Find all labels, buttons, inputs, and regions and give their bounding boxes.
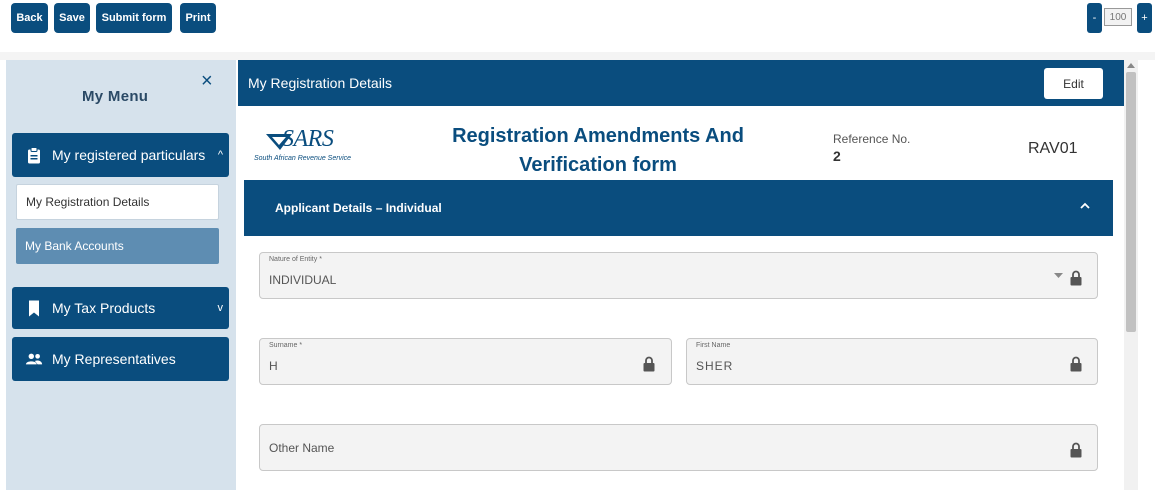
field-label: Nature of Entity * <box>269 256 322 263</box>
scroll-up-icon[interactable] <box>1127 63 1135 70</box>
zoom-out-button[interactable]: - <box>1087 3 1102 33</box>
chevron-up-icon: ^ <box>217 149 223 161</box>
lock-icon <box>643 356 655 372</box>
field-label: Surname * <box>269 342 303 349</box>
chevron-down-icon: v <box>217 302 224 314</box>
scrollbar-thumb[interactable] <box>1126 72 1136 332</box>
sidebar-item-registration-details[interactable]: My Registration Details <box>16 184 219 220</box>
applicant-section-header[interactable]: Applicant Details – Individual <box>244 180 1113 236</box>
sidebar-title: My Menu <box>82 88 149 105</box>
field-label: First Name <box>696 342 731 349</box>
form-title: Registration Amendments And Verification… <box>452 125 744 176</box>
chevron-up-icon <box>1080 198 1090 212</box>
field-value: INDIVIDUAL <box>269 273 337 287</box>
top-toolbar: Back Save Submit form Print - 100 + <box>0 0 1155 52</box>
sidebar-section-label: My Tax Products <box>52 300 156 316</box>
section-title: Applicant Details – Individual <box>275 201 442 215</box>
logo-text: SARS <box>282 126 334 152</box>
sidebar: My Menu × My registered particulars ^ My… <box>6 60 236 490</box>
close-icon[interactable]: × <box>201 70 213 93</box>
logo-subtitle: South African Revenue Service <box>254 155 352 162</box>
field-label: Other Name <box>269 441 335 455</box>
print-button[interactable]: Print <box>180 3 216 33</box>
lock-icon <box>1070 442 1082 458</box>
sidebar-section-tax-products[interactable]: My Tax Products v <box>12 287 229 329</box>
toolbar-divider <box>0 52 1155 60</box>
page-title: My Registration Details <box>248 75 392 91</box>
lock-icon <box>1070 270 1082 286</box>
clipboard-icon <box>25 146 43 164</box>
sidebar-section-representatives[interactable]: My Representatives <box>12 337 229 381</box>
submit-form-button[interactable]: Submit form <box>96 3 172 33</box>
back-button[interactable]: Back <box>11 3 48 33</box>
bookmark-icon <box>25 299 43 317</box>
main-header: My Registration Details Edit <box>238 60 1124 106</box>
save-button[interactable]: Save <box>54 3 90 33</box>
sidebar-section-label: My Representatives <box>52 351 176 367</box>
dropdown-arrow-icon <box>1054 271 1063 280</box>
field-value: SHER <box>696 359 734 373</box>
sidebar-section-registered-particulars[interactable]: My registered particulars ^ <box>12 133 229 177</box>
nature-of-entity-select[interactable]: Nature of Entity * INDIVIDUAL <box>259 252 1098 299</box>
reference-value: 2 <box>833 148 841 164</box>
sidebar-item-bank-accounts[interactable]: My Bank Accounts <box>16 228 219 264</box>
other-name-field[interactable]: Other Name <box>259 424 1098 471</box>
edit-button[interactable]: Edit <box>1044 68 1103 99</box>
vertical-scrollbar[interactable] <box>1124 60 1138 490</box>
field-value: H <box>269 359 278 373</box>
sidebar-section-label: My registered particulars <box>52 147 206 163</box>
lock-icon <box>1070 356 1082 372</box>
form-code: RAV01 <box>1028 140 1078 157</box>
people-icon <box>25 350 43 368</box>
reference-label: Reference No. <box>833 132 911 146</box>
zoom-in-button[interactable]: + <box>1137 3 1152 33</box>
zoom-input[interactable]: 100 <box>1104 8 1132 26</box>
surname-field[interactable]: Surname * H <box>259 338 672 385</box>
main-panel: My Registration Details Edit SARS South … <box>238 60 1124 490</box>
first-name-field[interactable]: First Name SHER <box>686 338 1098 385</box>
